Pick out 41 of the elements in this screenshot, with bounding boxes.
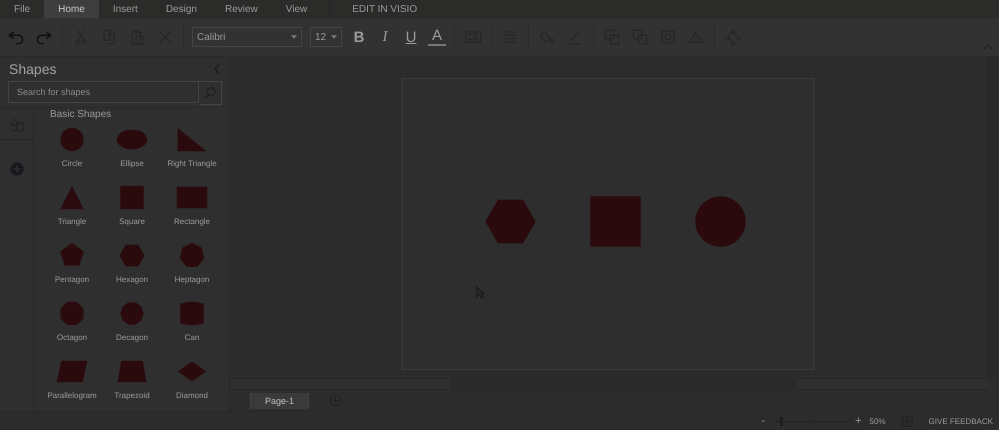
shape-label: Trapezoid [114,391,150,400]
shape-label: Diamond [176,391,208,400]
shape-label: Circle [62,159,82,168]
zoom-in-button[interactable]: + [855,415,862,427]
zoom-out-button[interactable]: - [761,415,766,427]
underline-button[interactable]: U [402,28,420,46]
bold-button[interactable]: B [350,28,368,46]
shape-label: Square [119,217,145,226]
search-field[interactable]: Search for shapes [8,81,199,103]
ribbon-tab[interactable]: File [0,0,44,18]
ribbon-tab[interactable]: View [272,0,322,18]
shape-label: Decagon [116,333,148,342]
shape-label: Hexagon [116,275,148,284]
caret-icon [331,35,337,39]
shape-label: Pentagon [54,275,90,284]
font-dropdown[interactable]: Calibri [192,27,302,47]
shape-label: Parallelogram [47,391,97,400]
page-tab[interactable]: Page-1 [250,392,310,408]
ribbon-tab[interactable]: Design [152,0,211,18]
add-stencil-icon[interactable] [10,162,24,176]
shape-label: Ellipse [120,159,144,168]
give-feedback-button[interactable]: GIVE FEEDBACK [928,416,993,426]
shape-label: Rectangle [174,217,210,226]
zoom-level: 50% [870,416,886,426]
mouse-cursor-icon [476,286,484,299]
font-color-button[interactable]: A [428,28,446,46]
shape-label: Heptagon [174,275,210,284]
shape-label: Triangle [58,217,86,226]
panel-title: Shapes [9,61,56,77]
section-heading: Basic Shapes [49,109,112,120]
search-icon[interactable] [199,81,222,105]
shape-label: Right Triangle [167,159,217,168]
font-size-dropdown[interactable]: 12 [310,27,342,47]
caret-icon [291,35,297,39]
edit-in-visio-link[interactable]: EDIT IN VISIO [338,0,432,18]
italic-button[interactable]: I [376,28,394,46]
ribbon-tab[interactable]: Review [210,0,272,18]
ribbon-tab[interactable]: Home [44,0,99,18]
shape-label: Can [184,333,200,342]
shape-label: Octagon [56,333,88,342]
ribbon-tab[interactable]: Insert [98,0,152,18]
